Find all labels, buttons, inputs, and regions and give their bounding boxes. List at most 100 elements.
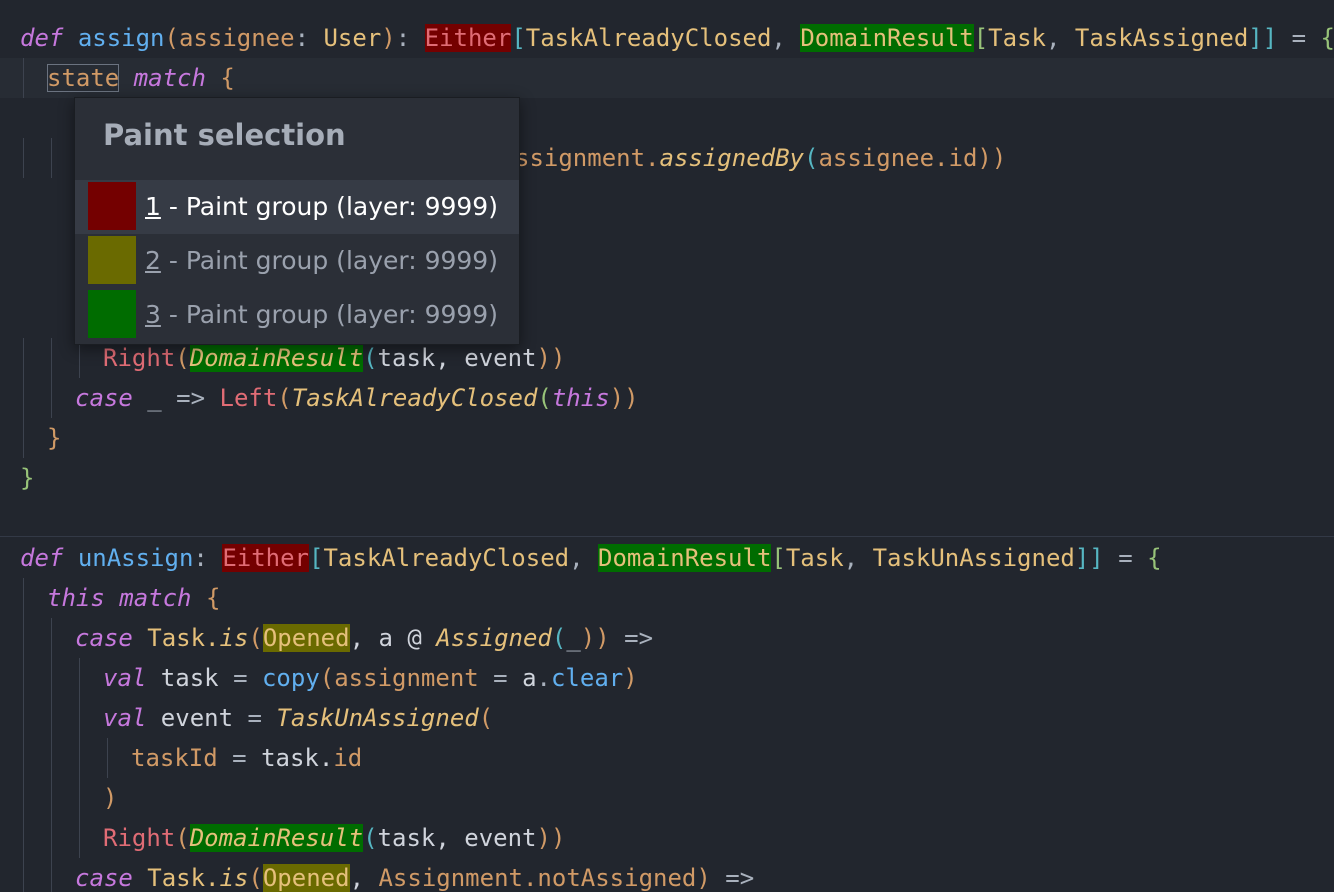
code-line-1[interactable]: def assign(assignee: User): Either[TaskA… [0,18,1334,58]
indent-guide [23,58,24,98]
keyword-val: val [103,704,147,732]
domainresult-ctor-painted: DomainResult [189,344,364,372]
paint-group-label: 3 - Paint group (layer: 9999) [145,288,498,342]
paren: ( [363,824,378,852]
bracket: ]] [1248,24,1278,52]
equals: = [247,704,277,732]
indent-guide [23,778,24,818]
paint-group-label: 1 - Paint group (layer: 9999) [145,180,498,234]
item-text: - Paint group (layer: 9999) [160,192,498,221]
paint-group-item-3[interactable]: 3 - Paint group (layer: 9999) [75,288,519,342]
brace: } [20,464,35,492]
paint-group-item-1[interactable]: 1 - Paint group (layer: 9999) [75,180,519,234]
opened-painted: Opened [262,624,350,652]
named-arg: assignment [334,664,479,692]
argument: assignee.id [818,144,978,172]
paren: ) [696,864,711,892]
indent-guide [51,378,52,418]
color-swatch-olive [88,236,136,284]
code-line-5[interactable]: case _ => Left(TaskAlreadyClosed(this)) [0,378,1334,418]
field-notAssigned: notAssigned [537,864,697,892]
right-ctor: Right [103,824,176,852]
keyword-case: case [75,384,133,412]
keyword-match: match [119,584,192,612]
arrow: => [710,864,755,892]
indent-guide [107,738,108,778]
code-line-14[interactable]: ) [0,778,1334,818]
paren: ( [804,144,819,172]
code-line-13[interactable]: taskId = task.id [0,738,1334,778]
keyword-val: val [103,664,147,692]
paint-group-label: 2 - Paint group (layer: 9999) [145,234,498,288]
indent-guide [23,818,24,858]
code-line-16[interactable]: case Task.is(Opened, Assignment.notAssig… [0,858,1334,892]
indent-guide [79,698,80,738]
domainresult-type-painted: DomainResult [598,544,772,572]
paren: ( [277,384,292,412]
indent-guide [23,858,24,892]
indent-guide [23,578,24,618]
bracket: [ [973,24,989,52]
wildcard: _ [566,624,581,652]
colon: : [193,544,223,572]
paren: )) [536,824,566,852]
arrow: => [609,624,654,652]
taskunassigned-ctor: TaskUnAssigned [276,704,479,732]
indent-guide [51,338,52,378]
keyword-case: case [75,624,133,652]
comma: , [771,24,801,52]
method-copy: copy [261,664,320,692]
code-line-8[interactable]: def unAssign: Either[TaskAlreadyClosed, … [0,538,1334,578]
indent-guide [51,738,52,778]
mnemonic: 3 [145,300,161,329]
brace: { [205,584,221,612]
code-line-12[interactable]: val event = TaskUnAssigned( [0,698,1334,738]
indent-guide [79,738,80,778]
state-identifier: state [47,64,120,92]
paint-selection-popup: Paint selection 1 - Paint group (layer: … [74,97,520,345]
equals: = [217,744,262,772]
assignment-ref: ssignment. [515,144,660,172]
paren: ( [478,704,494,732]
indent-guide [23,418,24,458]
bracket: [ [771,544,786,572]
right-ctor: Right [103,344,176,372]
variable-event: event [146,704,248,732]
method-clear: clear [550,664,624,692]
method-name: assign [77,24,165,52]
indent-guide [23,618,24,658]
task-ref: Task. [147,864,220,892]
brace: } [47,424,62,452]
bracket: [ [309,544,324,572]
named-arg: taskId [131,744,218,772]
colon: : [294,24,324,52]
popup-title: Paint selection [103,118,346,152]
code-line-10[interactable]: case Task.is(Opened, a @ Assigned(_)) => [0,618,1334,658]
paren: )) [580,624,610,652]
method-is: is [219,624,249,652]
paren: ) [381,24,396,52]
item-text: - Paint group (layer: 9999) [160,300,498,329]
code-line-15[interactable]: Right(DomainResult(task, event)) [0,818,1334,858]
left-ctor: Left [219,384,278,412]
paren: )) [977,144,1007,172]
code-line-7[interactable]: } [0,458,1334,498]
color-swatch-green [88,290,136,338]
paren: ) [623,664,638,692]
code-line-6[interactable]: } [0,418,1334,458]
paren: )) [536,344,566,372]
assigned-extractor: Assigned [436,624,552,652]
equals: = [1277,24,1321,52]
indent-guide [79,658,80,698]
code-line-2[interactable]: state match { [0,58,1334,98]
code-editor[interactable]: def assign(assignee: User): Either[TaskA… [0,0,1334,892]
paint-group-item-2[interactable]: 2 - Paint group (layer: 9999) [75,234,519,288]
brace: { [220,64,235,92]
taskalreadyclosed-ctor: TaskAlreadyClosed [291,384,538,412]
code-line-11[interactable]: val task = copy(assignment = a.clear) [0,658,1334,698]
code-line-9[interactable]: this match { [0,578,1334,618]
comma: , [1045,24,1075,52]
paren: ( [175,824,190,852]
colon: : [395,24,425,52]
either-type-painted: Either [222,544,310,572]
